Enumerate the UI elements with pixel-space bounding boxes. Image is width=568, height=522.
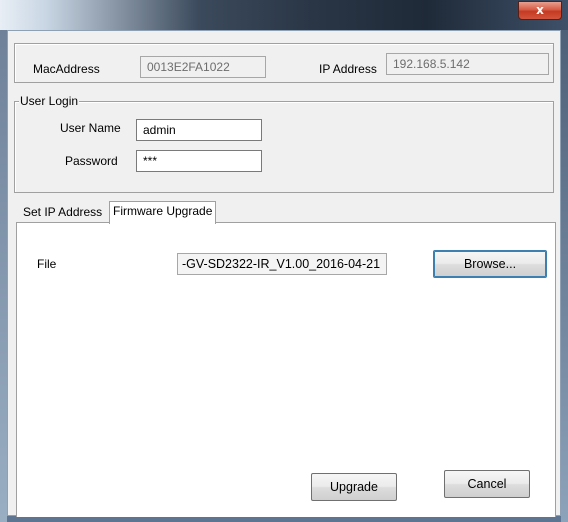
file-path-field[interactable]: -GV-SD2322-IR_V1.00_2016-04-21	[177, 253, 387, 275]
upgrade-button[interactable]: Upgrade	[311, 473, 397, 501]
username-label: User Name	[60, 121, 121, 135]
tab-set-ip-address[interactable]: Set IP Address	[20, 204, 105, 222]
user-login-group: User Login User Name admin Password ***	[14, 94, 554, 193]
dialog-client-area: MacAddress 0013E2FA1022 IP Address 192.1…	[7, 30, 561, 517]
dialog-window: x MacAddress 0013E2FA1022 IP Address 192…	[0, 0, 568, 522]
cancel-button[interactable]: Cancel	[444, 470, 530, 498]
window-frame-left	[0, 30, 7, 522]
device-info-group: MacAddress 0013E2FA1022 IP Address 192.1…	[14, 43, 554, 83]
ip-address-field: 192.168.5.142	[386, 53, 549, 75]
close-icon: x	[536, 3, 544, 17]
password-label: Password	[65, 154, 118, 168]
file-label: File	[37, 257, 57, 271]
title-bar[interactable]: x	[0, 0, 568, 30]
ip-address-label: IP Address	[319, 62, 377, 76]
user-login-legend: User Login	[19, 94, 80, 108]
tab-firmware-upgrade[interactable]: Firmware Upgrade	[109, 201, 217, 224]
file-path-text: -GV-SD2322-IR_V1.00_2016-04-21	[182, 257, 381, 271]
firmware-upgrade-panel: File -GV-SD2322-IR_V1.00_2016-04-21 Brow…	[16, 223, 556, 517]
username-input[interactable]: admin	[136, 119, 262, 141]
mac-address-label: MacAddress	[33, 62, 100, 76]
mac-address-field: 0013E2FA1022	[140, 56, 266, 78]
browse-button[interactable]: Browse...	[433, 250, 547, 278]
password-input[interactable]: ***	[136, 150, 262, 172]
close-button[interactable]: x	[518, 1, 562, 20]
window-frame-right	[561, 30, 568, 522]
